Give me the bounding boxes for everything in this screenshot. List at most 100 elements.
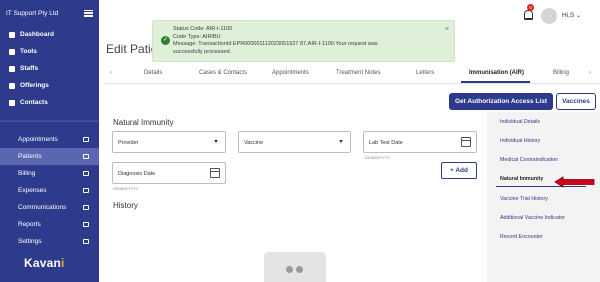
vaccine-label: Vaccine xyxy=(244,140,264,146)
check-circle-icon: ✓ xyxy=(161,36,170,45)
sidebar-item-label: Staffs xyxy=(20,65,39,72)
sidebar-item-staffs[interactable]: Staffs xyxy=(0,60,99,77)
immunisation-side-menu: Individual Details Individual History Me… xyxy=(487,112,600,282)
gear-icon xyxy=(9,82,15,89)
sidebar-lower-nav: Appointments Patients Billing Expenses C… xyxy=(0,131,99,250)
sidebar-item-label: Patients xyxy=(18,153,42,160)
diagnosis-date-label: Diagnosis Date xyxy=(118,171,156,177)
tab-immunisation-air[interactable]: Immunisation (AIR) xyxy=(469,70,524,76)
vaccine-select[interactable]: Vaccine xyxy=(238,131,351,153)
get-authorization-access-list-button[interactable]: Get Authorization Access List xyxy=(449,93,553,110)
sidebar-item-label: Settings xyxy=(18,238,42,245)
book-icon xyxy=(9,99,15,106)
sidebar-item-settings[interactable]: Settings xyxy=(0,233,99,250)
sidebar-item-label: Reports xyxy=(18,221,41,228)
sidebar-item-patients[interactable]: Patients xyxy=(0,148,99,165)
lab-test-date-label: Lab Test Date xyxy=(369,140,403,146)
notification-badge: 0 xyxy=(527,4,534,11)
lab-test-date-hint: DD/MM/YYYY xyxy=(365,155,391,160)
sidebar-item-dashboard[interactable]: Dashboard xyxy=(0,26,99,43)
sidebar-top-nav: Dashboard Tools Staffs Offerings Contact… xyxy=(0,26,99,111)
sidebar-item-billing[interactable]: Billing xyxy=(0,165,99,182)
avatar[interactable] xyxy=(541,8,557,24)
tab-cases-contacts[interactable]: Cases & Contacts xyxy=(199,70,247,76)
tab-letters[interactable]: Letters xyxy=(416,70,434,76)
card-icon xyxy=(83,171,89,176)
wrench-icon xyxy=(9,48,15,55)
add-button[interactable]: + Add xyxy=(441,162,477,179)
menu-item-individual-details[interactable]: Individual Details xyxy=(500,119,540,125)
logo-accent: i xyxy=(61,256,65,270)
sidebar-item-label: Dashboard xyxy=(20,31,54,38)
tabs-scroll-right-icon[interactable]: › xyxy=(589,70,591,76)
diagnosis-date-field[interactable]: Diagnosis Date xyxy=(112,162,226,184)
menu-item-medical-contraindication[interactable]: Medical Contraindication xyxy=(500,157,558,163)
menu-item-natural-immunity[interactable]: Natural Immunity xyxy=(500,176,543,182)
tab-details[interactable]: Details xyxy=(144,70,162,76)
loading-dot xyxy=(296,266,303,273)
menu-item-record-encounter[interactable]: Record Encounter xyxy=(500,234,543,240)
success-toast: ✓ Status Code: AIR-I-1100 Code Type: AIR… xyxy=(152,20,455,62)
bell-icon[interactable] xyxy=(524,10,533,20)
toast-message: Status Code: AIR-I-1100 Code Type: AIRIB… xyxy=(173,26,378,56)
sidebar-item-reports[interactable]: Reports xyxy=(0,216,99,233)
sidebar-item-communications[interactable]: Communications xyxy=(0,199,99,216)
kavani-logo: Kavani xyxy=(24,256,65,270)
menu-item-individual-history[interactable]: Individual History xyxy=(500,138,540,144)
sidebar-item-label: Tools xyxy=(20,48,37,55)
red-arrow-annotation xyxy=(554,176,595,188)
chart-icon xyxy=(83,222,89,227)
toast-line: successfully processed. xyxy=(173,48,232,55)
receipt-icon xyxy=(83,188,89,193)
history-title: History xyxy=(113,201,138,210)
sidebar-divider xyxy=(0,120,99,122)
people-icon xyxy=(83,154,89,159)
menu-item-additional-vaccine-indicator[interactable]: Additional Vaccine Indicator xyxy=(500,215,565,221)
menu-item-vaccine-trial-history[interactable]: Vaccine Trial History xyxy=(500,196,548,202)
loading-dot xyxy=(286,266,293,273)
hamburger-menu-icon[interactable] xyxy=(84,9,93,17)
user-greeting[interactable]: Hi,S xyxy=(562,12,574,19)
org-name: IT Support Pty Ltd xyxy=(6,9,59,17)
logo-text: Kavan xyxy=(24,256,62,270)
toast-line: Message: TransactionId EPR00000111202305… xyxy=(173,41,378,48)
sidebar-header: IT Support Pty Ltd xyxy=(0,0,99,26)
tab-treatment-notes[interactable]: Treatment Notes xyxy=(336,70,380,76)
tab-billing[interactable]: Billing xyxy=(553,70,569,76)
caret-down-icon xyxy=(339,140,343,143)
lab-test-date-field[interactable]: Lab Test Date xyxy=(363,131,477,153)
sidebar-item-offerings[interactable]: Offerings xyxy=(0,77,99,94)
toast-line: Code Type: AIRIBU xyxy=(173,33,221,40)
provider-select[interactable]: Provider xyxy=(112,131,226,153)
natural-immunity-title: Natural Immunity xyxy=(113,118,174,127)
sidebar-item-label: Expenses xyxy=(18,187,47,194)
toast-line: Status Code: AIR-I-1100 xyxy=(173,26,233,32)
grid-icon xyxy=(9,31,15,38)
sidebar-item-label: Billing xyxy=(18,170,36,177)
diagnosis-date-hint: DD/MM/YYYY xyxy=(113,186,139,191)
caret-down-icon xyxy=(214,140,218,143)
sidebar-item-appointments[interactable]: Appointments xyxy=(0,131,99,148)
vaccines-button[interactable]: Vaccines xyxy=(556,93,596,110)
sidebar-item-expenses[interactable]: Expenses xyxy=(0,182,99,199)
sidebar-item-label: Communications xyxy=(18,204,67,211)
close-icon[interactable]: × xyxy=(445,26,449,33)
id-card-icon xyxy=(9,65,15,72)
calendar-icon[interactable] xyxy=(461,137,471,147)
gear-icon xyxy=(83,239,89,244)
calendar-icon xyxy=(83,137,89,142)
sidebar-item-contacts[interactable]: Contacts xyxy=(0,94,99,111)
page-title: Edit Patie xyxy=(106,42,158,56)
calendar-icon[interactable] xyxy=(210,168,220,178)
sidebar: IT Support Pty Ltd Dashboard Tools Staff… xyxy=(0,0,99,282)
loading-indicator xyxy=(264,252,326,282)
sidebar-item-label: Offerings xyxy=(20,82,49,89)
chevron-down-icon[interactable]: ⌄ xyxy=(576,12,581,19)
chat-icon xyxy=(83,205,89,210)
sidebar-item-label: Appointments xyxy=(18,136,58,143)
provider-label: Provider xyxy=(118,140,139,146)
sidebar-item-tools[interactable]: Tools xyxy=(0,43,99,60)
active-tab-indicator xyxy=(461,81,530,83)
sidebar-item-label: Contacts xyxy=(20,99,48,106)
tab-appointments[interactable]: Appointments xyxy=(272,70,309,76)
